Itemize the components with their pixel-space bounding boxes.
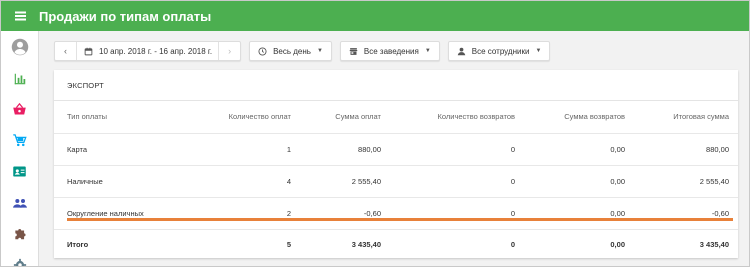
table-cell: 880,00 [358,144,381,154]
cart-icon [13,134,27,147]
column-header[interactable]: Тип оплаты [54,101,194,133]
sidebar-item-sales[interactable] [1,94,38,125]
table-cell: 0,00 [610,144,625,154]
person-icon [457,47,466,56]
table-cell: 4 [286,176,291,186]
column-header[interactable]: Количество возвратов [381,101,515,133]
table-cell: -0,60 [363,208,381,218]
date-range-value: 10 апр. 2018 г. - 16 апр. 2018 г. [99,46,213,56]
table-cell: 0 [510,176,515,186]
table-cell: 0 [510,208,515,218]
venue-filter-value: Все заведения [363,46,419,56]
column-header[interactable]: Количество оплат [194,101,291,133]
export-label: ЭКСПОРТ [67,80,104,90]
time-filter-value: Весь день [273,46,311,56]
date-range-button[interactable]: 10 апр. 2018 г. - 16 апр. 2018 г. [76,42,220,60]
venue-filter-dropdown[interactable]: Все заведения ▼ [339,41,440,61]
bar-chart-icon [14,73,25,84]
total-row: Итого 5 3 435,40 0 0,00 3 435,40 [54,229,738,259]
column-header[interactable]: Сумма возвратов [515,101,625,133]
clock-icon [258,46,267,56]
column-header[interactable]: Итоговая сумма [625,101,738,133]
table-cell: Округление наличных [67,208,144,218]
sidebar-item-reports[interactable] [1,63,38,94]
menu-button[interactable] [1,1,39,31]
app-bar: Продажи по типам оплаты [1,1,749,31]
sidebar-item-profile[interactable] [1,31,38,63]
table-cell: 2 [286,208,291,218]
next-period-button[interactable]: › [219,42,240,60]
gear-icon [13,258,26,266]
calendar-icon [84,47,93,56]
table-cell: -0,60 [711,208,729,218]
table-cell: Карта [67,144,88,154]
payment-types-table: Тип оплаты Количество оплат Сумма оплат … [54,101,738,259]
table-row: Наличные 4 2 555,40 0 0,00 2 555,40 [54,165,738,197]
sidebar-item-integrations[interactable] [1,218,38,249]
page-title: Продажи по типам оплаты [39,8,212,24]
total-cell: 3 435,40 [699,239,729,249]
table-cell: 0 [510,144,515,154]
staff-filter-dropdown[interactable]: Все сотрудники ▼ [447,41,551,61]
basket-icon [13,102,26,115]
table-cell: 2 555,40 [351,176,381,186]
time-filter-dropdown[interactable]: Весь день ▼ [249,41,332,61]
staff-filter-value: Все сотрудники [471,46,530,56]
total-cell: Итого [67,239,89,249]
table-cell: 0,00 [610,176,625,186]
chevron-left-icon: ‹ [64,46,67,56]
sidebar-item-orders[interactable] [1,125,38,156]
prev-period-button[interactable]: ‹ [55,42,76,60]
puzzle-icon [14,228,26,239]
sidebar-item-staff[interactable] [1,187,38,218]
export-button[interactable]: ЭКСПОРТ [54,70,738,101]
table-row: Округление наличных 2 -0,60 0 0,00 -0,60 [54,197,738,229]
total-cell: 3 435,40 [351,239,381,249]
table-cell: Наличные [67,176,103,186]
sidebar-item-clients[interactable] [1,156,38,187]
contact-card-icon [13,166,26,177]
table-cell: 0,00 [610,208,625,218]
table-cell: 2 555,40 [699,176,729,186]
people-icon [12,198,27,208]
total-cell: 5 [286,239,291,249]
table-row: Карта 1 880,00 0 0,00 880,00 [54,133,738,165]
table-header-row: Тип оплаты Количество оплат Сумма оплат … [54,101,738,133]
table-cell: 1 [286,144,291,154]
total-cell: 0 [510,239,515,249]
sidebar [1,31,39,266]
app-window: Продажи по типам оплаты ‹ 10 апр. 2018 г… [0,0,750,267]
chevron-down-icon: ▼ [316,48,323,54]
store-icon [349,47,358,56]
table-cell: 880,00 [706,144,729,154]
hamburger-icon [14,15,26,17]
total-cell: 0,00 [610,239,625,249]
chevron-down-icon: ▼ [424,48,431,54]
chevron-down-icon: ▼ [535,48,542,54]
column-header[interactable]: Сумма оплат [291,101,381,133]
date-range-picker: ‹ 10 апр. 2018 г. - 16 апр. 2018 г. › [54,41,242,61]
filter-toolbar: ‹ 10 апр. 2018 г. - 16 апр. 2018 г. › Ве… [54,41,558,61]
report-card: ЭКСПОРТ Тип оплаты Количество оплат Сумм… [54,70,738,258]
highlight-underline [67,218,733,221]
chevron-right-icon: › [228,46,232,56]
account-circle-icon [11,38,28,56]
sidebar-item-settings[interactable] [1,249,38,266]
